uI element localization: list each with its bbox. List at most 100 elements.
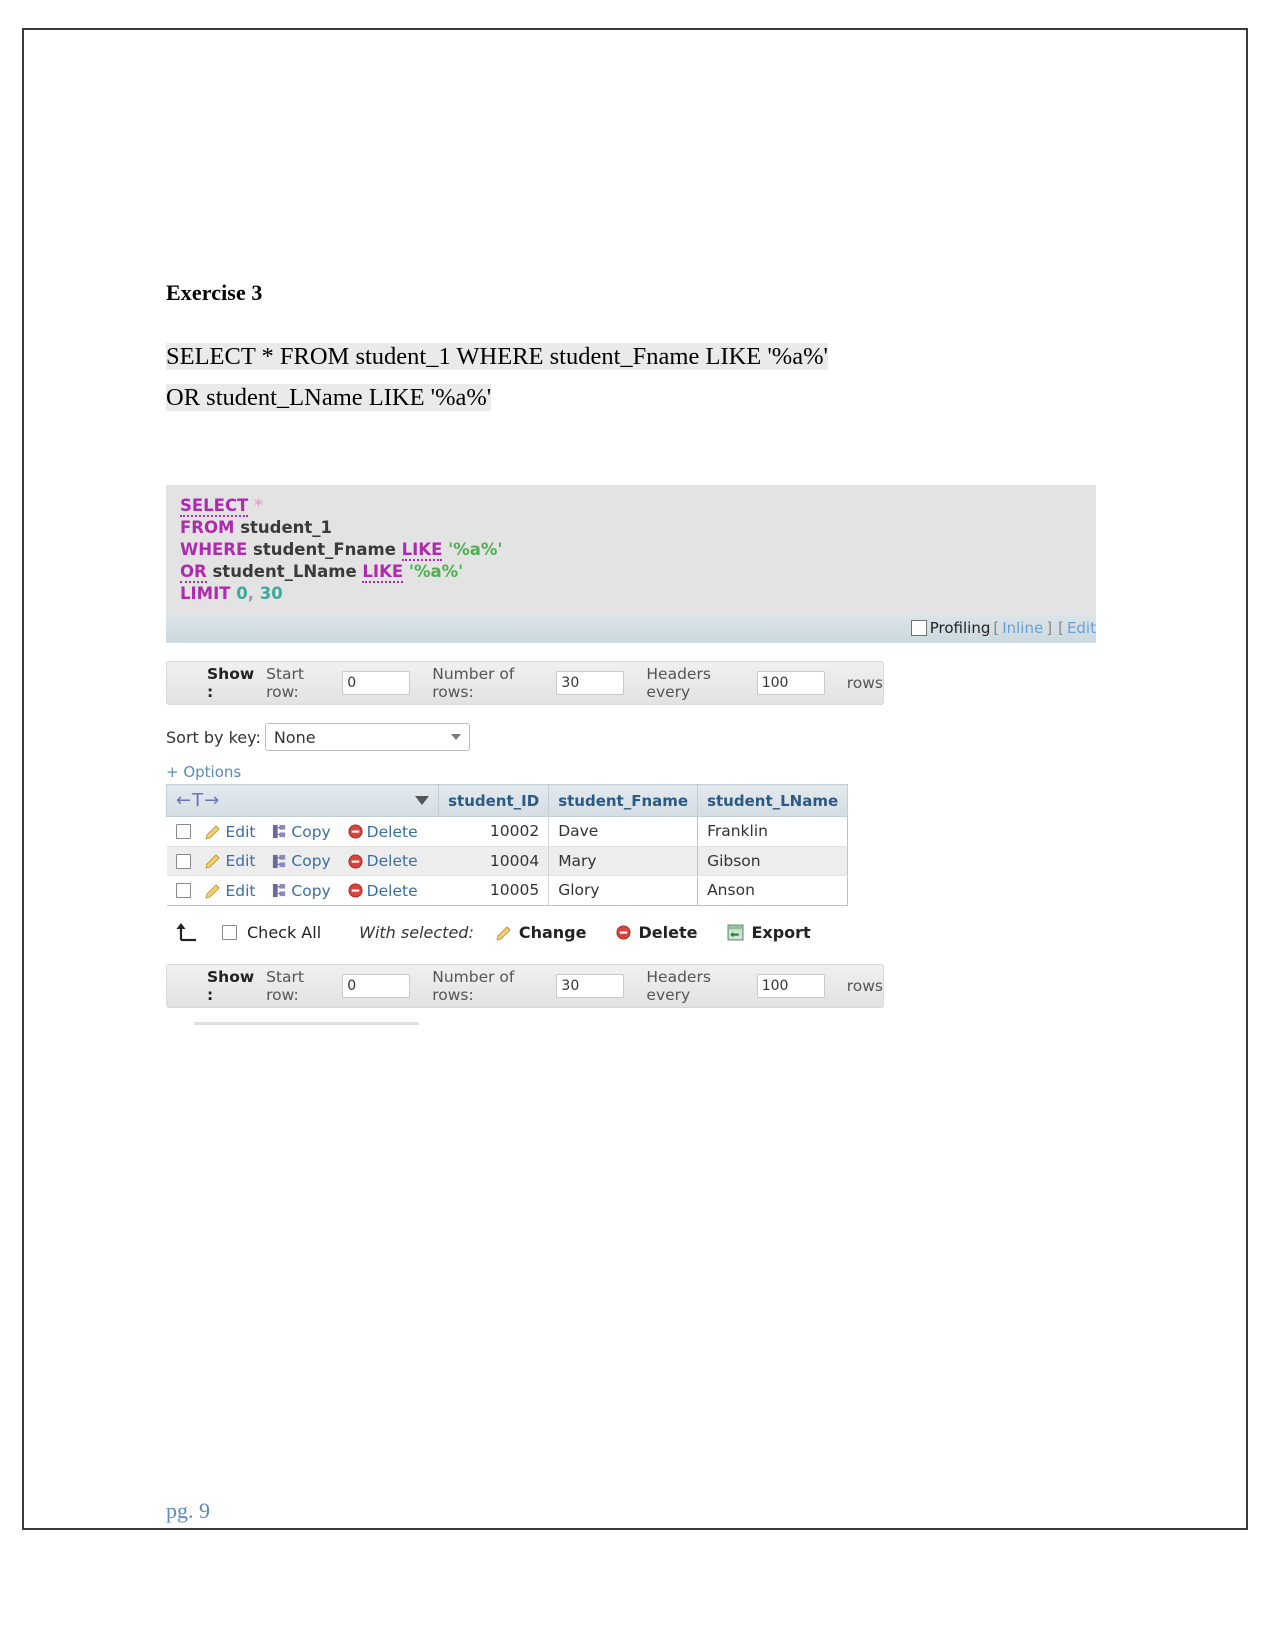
query-text-seg-2: student_1: [355, 343, 451, 370]
cell-student-fname[interactable]: Mary: [548, 846, 699, 876]
cell-student-fname[interactable]: Glory: [548, 875, 699, 906]
sql-limit-offset: 0: [236, 584, 248, 603]
edit-row-button[interactable]: Edit: [205, 823, 255, 841]
results-table-head: ←T→ student_ID student_Fname student_LNa…: [165, 784, 849, 817]
query-text-line-1: SELECT * FROM student_1 WHERE student_Fn…: [166, 336, 1166, 377]
copy-label: Copy: [291, 822, 331, 841]
profiling-checkbox[interactable]: [910, 620, 927, 636]
copy-row-button[interactable]: Copy: [272, 882, 331, 900]
table-row: Edit Copy Delete 10004 Mary Gibson: [166, 846, 849, 876]
row-checkbox[interactable]: [175, 824, 191, 839]
options-toggle-link[interactable]: + Options: [166, 763, 1096, 781]
edit-row-button[interactable]: Edit: [205, 882, 255, 900]
cell-student-id: 10005: [438, 875, 550, 906]
rows-label-top: rows: [846, 674, 884, 692]
change-selected-button[interactable]: Change: [496, 923, 587, 942]
start-row-input-top[interactable]: [342, 671, 411, 695]
cell-student-lname[interactable]: Franklin: [697, 816, 849, 847]
sort-by-key-row: Sort by key: None: [166, 723, 1096, 751]
sql-limit-count: 30: [259, 584, 283, 603]
query-text-seg-3: WHERE student_Fname LIKE: [450, 343, 768, 370]
select-all-arrow-button[interactable]: [174, 920, 200, 946]
sort-direction-arrows[interactable]: ←T→: [176, 790, 220, 811]
chevron-down-icon: [450, 734, 461, 740]
number-of-rows-input-bottom[interactable]: [556, 973, 625, 998]
row-checkbox[interactable]: [175, 853, 191, 869]
sql-string-1: '%a%': [448, 540, 503, 559]
start-row-input-bottom[interactable]: [342, 973, 411, 998]
delete-row-button[interactable]: Delete: [348, 882, 418, 900]
cell-student-lname[interactable]: Gibson: [697, 846, 849, 876]
show-bar-top: Show : Start row: Number of rows: Header…: [166, 661, 884, 705]
show-label-bottom: Show :: [207, 967, 255, 1004]
up-arrow-icon: [176, 922, 196, 941]
row-checkbox[interactable]: [175, 883, 191, 898]
check-all-label: Check All: [247, 923, 322, 942]
pencil-icon: [205, 854, 221, 869]
copy-icon: [273, 883, 286, 898]
column-header-student-id[interactable]: student_ID: [438, 784, 550, 817]
copy-row-button[interactable]: Copy: [272, 822, 331, 841]
export-label: Export: [751, 923, 811, 942]
number-of-rows-input-top[interactable]: [556, 671, 625, 695]
with-selected-label: With selected:: [359, 923, 474, 942]
edit-row-button[interactable]: Edit: [205, 852, 255, 870]
pencil-icon: [496, 925, 511, 941]
headers-every-label-bottom: Headers every: [646, 967, 711, 1004]
delete-row-button[interactable]: Delete: [348, 852, 418, 870]
row-actions-cell: Edit Copy Delete: [166, 816, 439, 847]
profiling-bar: Profiling [ Inline ] [ Edit: [166, 613, 1096, 643]
page-title: Exercise 3: [166, 280, 263, 305]
change-label: Change: [518, 923, 587, 942]
pencil-icon: [205, 883, 221, 899]
sort-by-key-select[interactable]: None: [264, 723, 470, 751]
inline-link[interactable]: Inline: [1002, 619, 1043, 637]
start-row-label-bottom: Start row:: [266, 967, 304, 1004]
page-number: pg. 9: [166, 1498, 210, 1523]
cell-student-lname[interactable]: Anson: [697, 875, 849, 906]
results-table: ←T→ student_ID student_Fname student_LNa…: [165, 784, 849, 906]
table-control-inner: ←T→: [176, 790, 430, 811]
check-all-checkbox[interactable]: [222, 925, 237, 940]
results-table-body: Edit Copy Delete 10002 Dave Franklin Edi…: [166, 816, 849, 906]
delete-selected-button[interactable]: Delete: [616, 923, 697, 942]
delete-label: Delete: [366, 852, 418, 870]
column-header-student-lname[interactable]: student_LName: [697, 784, 849, 817]
delete-row-button[interactable]: Delete: [348, 823, 418, 841]
row-actions-cell: Edit Copy Delete: [166, 875, 439, 906]
headers-every-input-top[interactable]: [756, 671, 825, 695]
profiling-bracket-close: ]: [1046, 619, 1053, 637]
edit-label: Edit: [225, 822, 256, 841]
headers-every-input-bottom[interactable]: [756, 973, 825, 998]
cell-student-fname[interactable]: Dave: [548, 816, 699, 847]
sql-string-2: '%a%': [408, 562, 464, 581]
show-bar-bottom: Show : Start row: Number of rows: Header…: [166, 963, 884, 1008]
sort-by-key-value: None: [273, 727, 316, 747]
profiling-bracket-open-2: [: [1058, 619, 1064, 637]
column-header-student-fname[interactable]: student_Fname: [548, 784, 699, 817]
pencil-icon: [205, 824, 221, 840]
copy-row-button[interactable]: Copy: [272, 852, 331, 870]
profiling-label: Profiling: [929, 619, 991, 637]
edit-label: Edit: [225, 852, 256, 870]
delete-label: Delete: [366, 822, 418, 841]
check-all-control[interactable]: Check All: [222, 923, 321, 942]
sql-column-lname: student_LName: [212, 562, 357, 581]
edit-label: Edit: [225, 881, 256, 900]
show-label-top: Show :: [207, 665, 255, 701]
sql-line-5: LIMIT 0, 30: [180, 583, 1096, 605]
cell-student-id: 10002: [438, 816, 550, 847]
sql-table-name: student_1: [240, 518, 333, 537]
sql-line-1: SELECT *: [180, 495, 1096, 517]
delete-label: Delete: [638, 923, 698, 942]
chevron-down-icon[interactable]: [415, 796, 430, 805]
sql-keyword-or: OR: [180, 562, 207, 583]
sql-keyword-where: WHERE: [180, 540, 248, 559]
sql-keyword-like-2: LIKE: [362, 562, 404, 583]
sql-star: *: [254, 496, 263, 515]
export-selected-button[interactable]: Export: [727, 923, 811, 942]
sql-keyword-from: FROM: [180, 518, 235, 537]
edit-link[interactable]: Edit: [1067, 619, 1096, 637]
sql-keyword-select: SELECT: [180, 496, 249, 517]
delete-icon: [348, 853, 363, 869]
